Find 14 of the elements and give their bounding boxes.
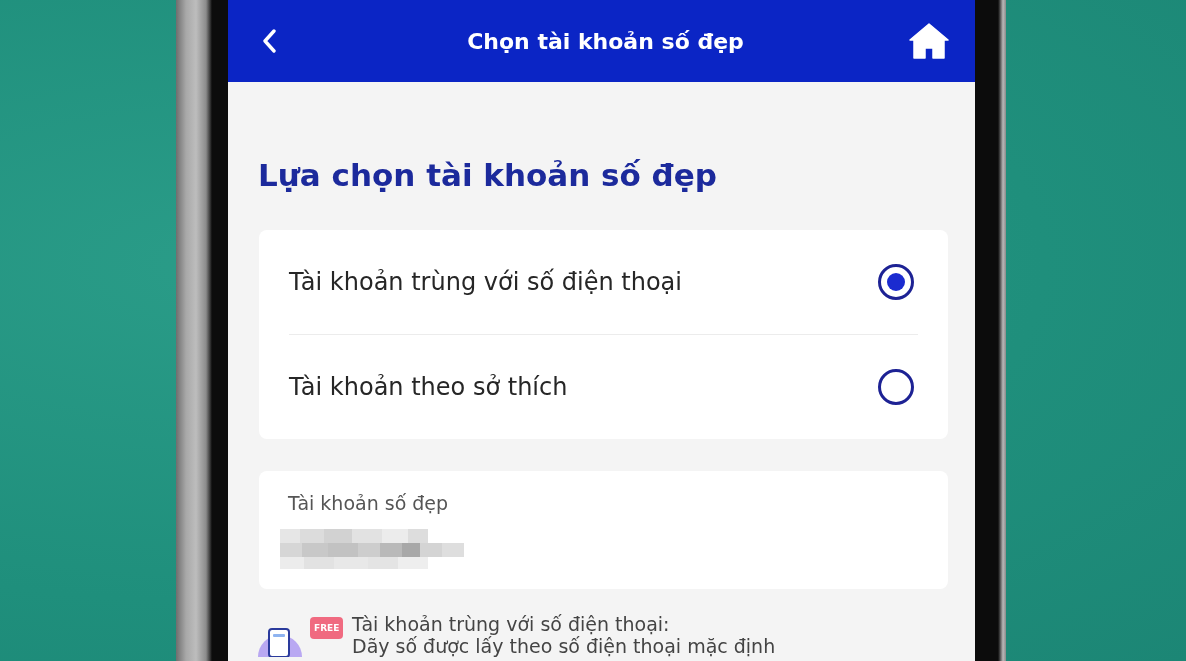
- account-option[interactable]: Tài khoản trùng với số điện thoại: [289, 230, 918, 334]
- radio-button[interactable]: [878, 264, 914, 300]
- note-title: Tài khoản trùng với số điện thoại:: [352, 613, 670, 635]
- note-text: Dãy số được lấy theo số điện thoại mặc định: [352, 635, 776, 657]
- account-option[interactable]: Tài khoản theo sở thích: [289, 334, 918, 439]
- phone-icon: [258, 627, 302, 657]
- account-field[interactable]: Tài khoản số đẹp: [259, 471, 948, 589]
- field-label: Tài khoản số đẹp: [287, 491, 449, 516]
- radio-button[interactable]: [878, 369, 914, 405]
- free-badge: FREE: [310, 617, 344, 639]
- screen-title: Chọn tài khoản số đẹp: [467, 28, 744, 54]
- back-icon: [262, 29, 276, 53]
- home-icon: [909, 23, 949, 59]
- section-heading: Lựa chọn tài khoản số đẹp: [258, 156, 718, 195]
